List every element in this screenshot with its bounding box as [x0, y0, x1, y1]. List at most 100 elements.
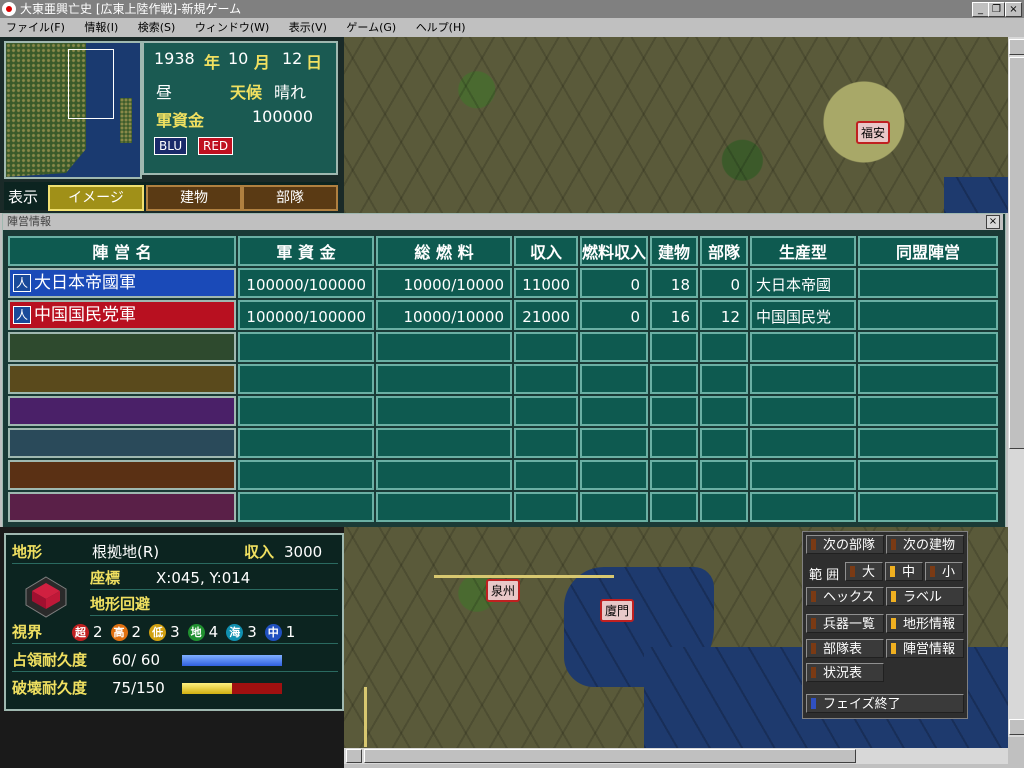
units-cell [700, 492, 748, 522]
production-cell [750, 492, 856, 522]
horizontal-scrollbar[interactable] [344, 748, 1008, 764]
display-tabs: 表示 イメージ 建物 部隊 [4, 182, 338, 211]
end-phase-button[interactable]: フェイズ終了 [806, 694, 964, 713]
tab-unit[interactable]: 部隊 [242, 185, 338, 211]
income-cell: 21000 [514, 300, 578, 330]
tab-building[interactable]: 建物 [146, 185, 242, 211]
income-cell: 11000 [514, 268, 578, 298]
vision-type-icon: 高 [110, 624, 128, 641]
menu-game[interactable]: ゲーム(G) [346, 18, 396, 37]
header-production[interactable]: 生産型 [750, 236, 856, 266]
status-table-button[interactable]: 状況表 [806, 663, 884, 682]
funds-label: 軍資金 [156, 111, 205, 130]
menu-help[interactable]: ヘルプ(H) [416, 18, 466, 37]
scroll-up-arrow[interactable] [1009, 39, 1024, 55]
menu-file[interactable]: ファイル(F) [6, 18, 65, 37]
vertical-scroll-thumb[interactable] [1009, 57, 1024, 449]
income-cell [514, 364, 578, 394]
faction-name-cell[interactable] [8, 364, 236, 394]
minimap[interactable] [4, 41, 142, 179]
range-small-button[interactable]: 小 [925, 562, 963, 581]
vision-value: 1 [285, 623, 296, 641]
terrain-info-button[interactable]: 地形情報 [886, 614, 964, 633]
town-xiamen[interactable]: 廈門 [600, 599, 635, 622]
income-cell [514, 492, 578, 522]
vision-value: 2 [93, 623, 103, 641]
town-quanzhou[interactable]: 泉州 [486, 579, 521, 602]
funds-cell [238, 332, 374, 362]
menu-search[interactable]: 検索(S) [138, 18, 176, 37]
minimap-island [120, 98, 132, 143]
next-unit-button[interactable]: 次の部隊 [806, 535, 884, 554]
dialog-title: 陣営情報 [7, 215, 51, 228]
unit-table-label: 部隊表 [823, 642, 863, 657]
terrain-panel: 地形 根拠地(R) 収入 3000 座標 X:045, Y:014 地形回避 視… [4, 533, 344, 711]
units-cell [700, 428, 748, 458]
menu-view[interactable]: 表示(V) [289, 18, 327, 37]
town-fuan[interactable]: 福安 [856, 121, 891, 144]
minimap-viewport[interactable] [68, 49, 114, 119]
horizontal-scroll-thumb[interactable] [364, 749, 856, 763]
scroll-left-arrow[interactable] [346, 749, 362, 763]
faction-name-cell[interactable] [8, 492, 236, 522]
terrain-info-label: 地形情報 [903, 617, 956, 632]
unit-table-button[interactable]: 部隊表 [806, 639, 884, 658]
person-icon: 人 [13, 274, 31, 292]
hex-map-top[interactable]: 福安 [344, 37, 1008, 213]
funds-cell [238, 428, 374, 458]
header-units[interactable]: 部隊 [700, 236, 748, 266]
menu-info[interactable]: 情報(I) [84, 18, 118, 37]
day-unit: 日 [306, 53, 323, 72]
faction-name-cell[interactable] [8, 428, 236, 458]
fuel-income-cell [580, 396, 648, 426]
header-faction-name[interactable]: 陣 営 名 [8, 236, 236, 266]
faction-name-cell[interactable] [8, 460, 236, 490]
weapons-list-button[interactable]: 兵器一覧 [806, 614, 884, 633]
header-fuel[interactable]: 総 燃 料 [376, 236, 512, 266]
header-income[interactable]: 収入 [514, 236, 578, 266]
side-red-badge: RED [198, 137, 234, 155]
minimize-button[interactable]: _ [972, 2, 989, 17]
fuel-cell [376, 460, 512, 490]
faction-info-label: 陣営情報 [903, 642, 956, 657]
indicator-icon [891, 643, 896, 654]
info-box: 1938 年 10 月 12 日 昼 天候 晴れ 軍資金 100000 BLU … [142, 41, 338, 175]
label-toggle-button[interactable]: ラベル [886, 587, 964, 606]
header-alliance[interactable]: 同盟陣営 [858, 236, 998, 266]
alliance-cell [858, 396, 998, 426]
faction-info-button[interactable]: 陣営情報 [886, 639, 964, 658]
close-button[interactable]: × [1005, 2, 1022, 17]
income-cell [514, 428, 578, 458]
indicator-icon [930, 566, 935, 577]
display-label: 表示 [8, 188, 39, 206]
dialog-close-button[interactable]: × [986, 215, 1000, 229]
funds-value: 100000 [252, 107, 314, 126]
label-toggle-label: ラベル [903, 590, 943, 605]
alliance-cell [858, 492, 998, 522]
header-fuel-income[interactable]: 燃料収入 [580, 236, 648, 266]
title-bar: 大東亜興亡史 [広東上陸作戦]-新規ゲーム _ ❐ × [0, 0, 1024, 18]
range-large-button[interactable]: 大 [845, 562, 883, 581]
year-value: 1938 [154, 49, 195, 68]
income-cell [514, 396, 578, 426]
occupy-label: 占領耐久度 [12, 651, 88, 669]
faction-name-cell[interactable]: 人大日本帝國軍 [8, 268, 236, 298]
header-funds[interactable]: 軍 資 金 [238, 236, 374, 266]
faction-name-cell[interactable] [8, 332, 236, 362]
restore-button[interactable]: ❐ [988, 2, 1005, 17]
production-cell: 中国国民党 [750, 300, 856, 330]
next-building-button[interactable]: 次の建物 [886, 535, 964, 554]
units-cell: 0 [700, 268, 748, 298]
range-medium-label: 中 [902, 565, 916, 580]
header-buildings[interactable]: 建物 [650, 236, 698, 266]
vertical-scrollbar[interactable] [1008, 37, 1024, 737]
faction-name-cell[interactable] [8, 396, 236, 426]
year-unit: 年 [204, 53, 221, 72]
hex-toggle-button[interactable]: ヘックス [806, 587, 884, 606]
tab-image[interactable]: イメージ [48, 185, 144, 211]
faction-name-cell[interactable]: 人中国国民党軍 [8, 300, 236, 330]
range-medium-button[interactable]: 中 [885, 562, 923, 581]
menu-window[interactable]: ウィンドウ(W) [195, 18, 269, 37]
scroll-down-arrow[interactable] [1009, 719, 1024, 735]
funds-cell: 100000/100000 [238, 300, 374, 330]
